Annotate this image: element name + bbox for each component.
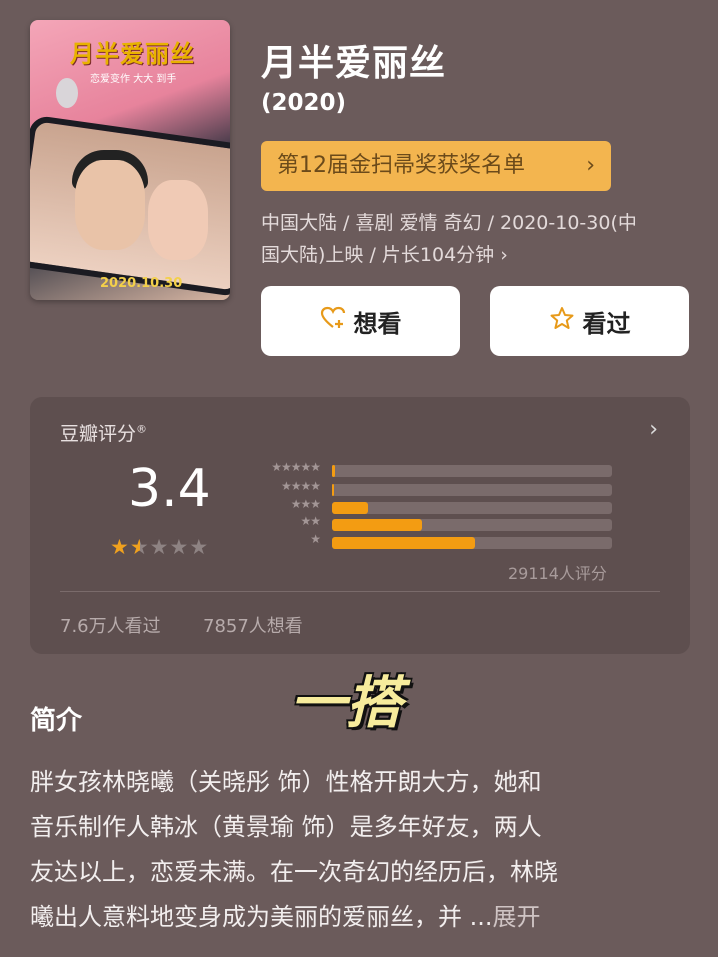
star-level: ★★ <box>300 514 320 528</box>
poster-figure <box>148 180 208 260</box>
heart-plus-icon <box>320 306 346 336</box>
bar-fill <box>332 502 369 514</box>
rating-source: 豆瓣评分 <box>60 423 137 445</box>
poster-subtitle: 恋爱变作 大大 到手 <box>90 74 177 85</box>
movie-meta[interactable]: 中国大陆 / 喜剧 爱情 奇幻 / 2020-10-30(中 国大陆)上映 / … <box>261 207 701 271</box>
bar-track <box>332 519 612 531</box>
rating-card[interactable]: 豆瓣评分® › 3.4 ★★★★★ ★★★★★ ★★★★ ★★★ ★★ ★ 29… <box>30 397 690 654</box>
movie-year: (2020) <box>261 90 347 116</box>
intro-last-line: 曦出人意料地变身成为美丽的爱丽丝，并 ... <box>30 903 493 931</box>
registered-mark: ® <box>136 422 148 436</box>
seen-label: 看过 <box>582 309 631 338</box>
intro-heading: 简介 <box>30 706 83 736</box>
rating-bar-5: ★★★★★ <box>252 460 612 477</box>
poster-figure <box>75 160 145 250</box>
meta-line: 国大陆)上映 / 片长104分钟 › <box>261 244 508 266</box>
watched-button[interactable]: 看过 <box>490 286 689 356</box>
poster-bunny <box>56 78 78 108</box>
bar-fill <box>332 537 475 549</box>
rating-bar-3: ★★★ <box>252 497 612 514</box>
intro-line: 胖女孩林晓曦（关晓彤 饰）性格开朗大方，她和 <box>30 768 542 796</box>
want-to-watch-button[interactable]: 想看 <box>261 286 460 356</box>
bar-fill <box>332 519 422 531</box>
bar-track <box>332 465 612 477</box>
rating-bar-2: ★★ <box>252 514 612 531</box>
poster-date: 2020.10.30 <box>100 276 183 291</box>
star-level: ★★★★★ <box>271 460 321 474</box>
intro-line: 音乐制作人韩冰（黄景瑜 饰）是多年好友，两人 <box>30 813 542 841</box>
watched-count[interactable]: 7.6万人看过 <box>60 612 161 638</box>
bar-track <box>332 502 612 514</box>
wish-count[interactable]: 7857人想看 <box>203 612 303 638</box>
rating-star-icon: ★ <box>169 535 190 559</box>
rating-score: 3.4 <box>128 459 211 519</box>
bar-fill <box>332 484 335 496</box>
star-level: ★ <box>310 532 321 546</box>
rating-bar-1: ★ <box>252 532 612 549</box>
want-label: 想看 <box>353 309 402 338</box>
movie-poster[interactable]: 月半爱丽丝 恋爱变作 大大 到手 2020.10.30 <box>30 20 230 300</box>
divider <box>60 591 660 592</box>
chevron-right-icon: › <box>586 153 595 178</box>
rating-count: 29114人评分 <box>508 564 607 583</box>
award-label: 第12届金扫帚奖获奖名单 <box>277 153 525 178</box>
rating-label: 豆瓣评分® <box>60 419 147 446</box>
bar-track <box>332 537 612 549</box>
rating-star-icon: ★ <box>189 535 210 559</box>
intro-line: 友达以上，恋爱未满。在一次奇幻的经历后，林晓 <box>30 858 558 886</box>
star-level: ★★★ <box>290 497 321 511</box>
award-banner[interactable]: 第12届金扫帚奖获奖名单 › <box>261 141 611 191</box>
movie-title: 月半爱丽丝 <box>261 43 447 84</box>
rating-star-icon: ★ <box>129 535 150 559</box>
meta-line: 中国大陆 / 喜剧 爱情 奇幻 / 2020-10-30(中 <box>261 212 637 234</box>
star-icon <box>549 306 575 336</box>
star-rating: ★★★★★ <box>110 535 209 559</box>
rating-star-icon: ★ <box>110 535 130 559</box>
intro-text: 胖女孩林晓曦（关晓彤 饰）性格开朗大方，她和 音乐制作人韩冰（黄景瑜 饰）是多年… <box>30 760 700 940</box>
rating-star-icon: ★ <box>149 535 170 559</box>
bar-track <box>332 484 612 496</box>
rating-bar-4: ★★★★ <box>252 479 612 496</box>
overlay-caption: 一搭 <box>290 671 402 736</box>
expand-link[interactable]: 展开 <box>493 903 541 931</box>
bar-fill <box>332 465 336 477</box>
chevron-right-icon[interactable]: › <box>649 417 658 442</box>
poster-title: 月半爱丽丝 <box>70 40 195 68</box>
star-level: ★★★★ <box>280 479 321 493</box>
intro-line: 曦出人意料地变身成为美丽的爱丽丝，并 ...展开 <box>30 895 700 940</box>
